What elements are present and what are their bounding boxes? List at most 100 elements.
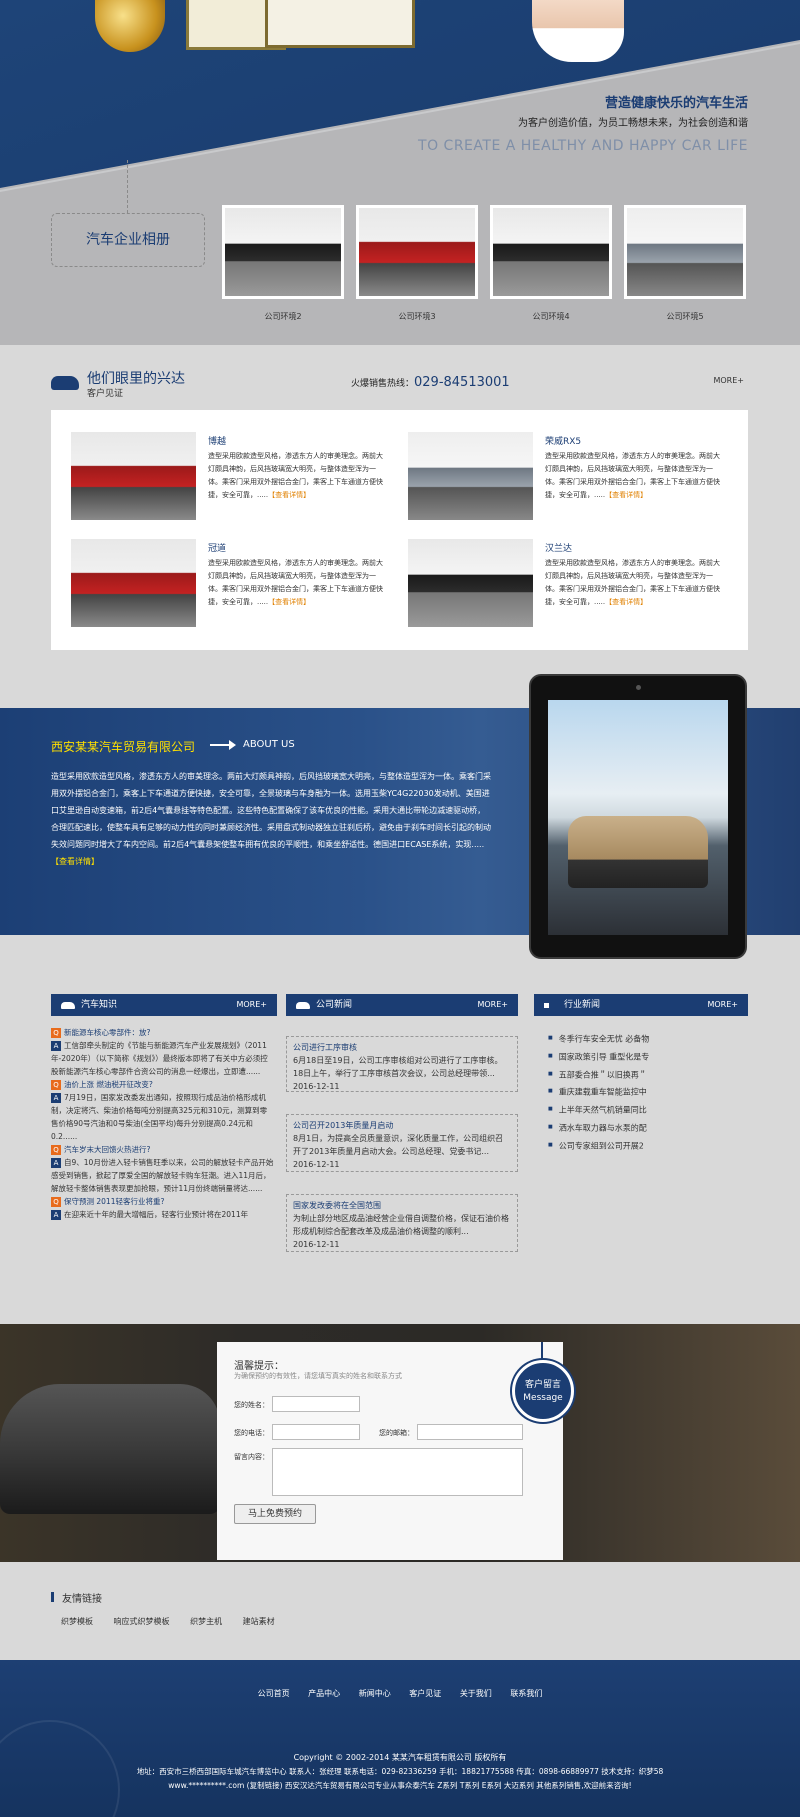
industry-news-item[interactable]: 公司专家组到公司开展2 xyxy=(548,1137,649,1155)
knowledge-question[interactable]: Q 保守预测 2011轻客行业将重? xyxy=(51,1195,274,1208)
view-details-link[interactable]: 【查看详情】 xyxy=(268,491,310,499)
form-tip-title: 温馨提示： xyxy=(234,1361,284,1372)
album-photo[interactable] xyxy=(222,205,344,299)
knowledge-question-text[interactable]: 汽车岁末大回馈火热进行? xyxy=(64,1145,150,1154)
testimonial-item: 冠道 造型采用欧款造型风格，渗透东方人的审美理念。两前大灯颇具神韵，后风挡玻璃宽… xyxy=(71,539,391,629)
about-details-link[interactable]: 【查看详情】 xyxy=(51,857,99,866)
news-card-title[interactable]: 公司进行工序审核 xyxy=(293,1041,511,1054)
tablet-screen xyxy=(548,700,728,935)
footer-nav-about[interactable]: 关于我们 xyxy=(460,1689,492,1698)
footer-nav-home[interactable]: 公司首页 xyxy=(258,1689,290,1698)
testimonial-car-image[interactable] xyxy=(408,432,533,520)
album-photo-image xyxy=(225,208,341,296)
album-photo[interactable] xyxy=(624,205,746,299)
friend-link[interactable]: 响应式织梦模板 xyxy=(114,1617,170,1626)
industry-news-list: 冬季行车安全无忧 必备物 国家政策引导 重型化是专 五部委合推＂以旧换再＂ 重庆… xyxy=(548,1030,650,1155)
knowledge-question[interactable]: Q 新能源车核心零部件：放? xyxy=(51,1026,274,1039)
email-input[interactable] xyxy=(417,1424,523,1440)
about-text: 造型采用欧款造型风格，渗透东方人的审美理念。两前大灯颇具神韵，后风挡玻璃宽大明亮… xyxy=(51,768,491,870)
industry-news-item[interactable]: 冬季行车安全无忧 必备物 xyxy=(548,1030,650,1048)
testimonial-name[interactable]: 冠道 xyxy=(208,541,226,554)
submit-button[interactable]: 马上免费预约 xyxy=(234,1504,316,1524)
album-label[interactable]: 汽车企业相册 xyxy=(51,213,205,267)
company-news-title: 公司新闻 xyxy=(316,1000,353,1010)
album-photo[interactable] xyxy=(490,205,612,299)
album-photo[interactable] xyxy=(356,205,478,299)
album-caption[interactable]: 公司环境4 xyxy=(490,311,612,322)
answer-icon: A xyxy=(51,1158,61,1168)
name-input[interactable] xyxy=(272,1396,360,1412)
testimonials-header: 他们眼里的兴达 客户见证 火爆销售热线：029-84513001 MORE+ xyxy=(51,366,748,400)
content-textarea[interactable] xyxy=(272,1448,523,1496)
news-card-text: 8月1日，为提高全员质量意识，深化质量工作，公司组织召开了2013年质量月启动大… xyxy=(293,1134,504,1156)
testimonials-more-link[interactable]: MORE+ xyxy=(713,376,744,385)
view-details-link[interactable]: 【查看详情】 xyxy=(268,598,310,606)
knowledge-answer-text: 在迎来近十年的最大增幅后，轻客行业预计将在2011年 xyxy=(64,1210,249,1219)
album-caption[interactable]: 公司环境3 xyxy=(356,311,478,322)
company-news-header: 公司新闻 MORE+ xyxy=(286,994,518,1016)
news-card-title[interactable]: 国家发改委将在全国范围 xyxy=(293,1199,511,1212)
testimonial-item: 荣威RX5 造型采用欧款造型风格，渗透东方人的审美理念。两前大灯颇具神韵，后风挡… xyxy=(408,432,728,522)
question-icon: Q xyxy=(51,1080,61,1090)
message-badge-en: Message xyxy=(523,1393,563,1403)
industry-news-more[interactable]: MORE+ xyxy=(707,994,738,1016)
knowledge-answer: A 7月19日，国家发改委发出通知，按照现行成品油价格形成机制，决定将汽、柴油价格… xyxy=(51,1091,274,1143)
knowledge-question[interactable]: Q 油价上涨 燃油税开征改变? xyxy=(51,1078,274,1091)
answer-icon: A xyxy=(51,1041,61,1051)
footer-copyright: Copyright © 2002-2014 某某汽车租赁有限公司 版权所有 xyxy=(293,1753,507,1762)
car-icon xyxy=(51,376,79,390)
footer-nav-news[interactable]: 新闻中心 xyxy=(359,1689,391,1698)
news-card[interactable]: 公司进行工序审核 6月18日至19日，公司工序审核组对公司进行了工序审核。18日… xyxy=(286,1036,518,1092)
bullet-icon xyxy=(544,1003,549,1008)
car-knowledge-more[interactable]: MORE+ xyxy=(236,994,267,1016)
album-caption[interactable]: 公司环境5 xyxy=(624,311,746,322)
staff-photo xyxy=(532,0,624,62)
testimonial-car-image[interactable] xyxy=(71,539,196,627)
friend-link[interactable]: 建站素材 xyxy=(243,1617,275,1626)
email-label: 您的邮箱： xyxy=(379,1429,414,1437)
friend-link[interactable]: 织梦主机 xyxy=(190,1617,222,1626)
industry-news-item[interactable]: 上半年天然气机销量同比 xyxy=(548,1101,649,1119)
view-details-link[interactable]: 【查看详情】 xyxy=(605,491,647,499)
album-photo-image xyxy=(359,208,475,296)
knowledge-question[interactable]: Q 汽车岁末大回馈火热进行? xyxy=(51,1143,274,1156)
footer-nav-testimonials[interactable]: 客户见证 xyxy=(409,1689,441,1698)
pin-icon xyxy=(541,1342,543,1362)
background-car-image xyxy=(0,1384,220,1514)
testimonial-desc: 造型采用欧款造型风格，渗透东方人的审美理念。两前大灯颇具神韵，后风挡玻璃宽大明亮… xyxy=(545,450,725,502)
testimonial-car-image[interactable] xyxy=(71,432,196,520)
industry-news-item[interactable]: 重庆建载重车智能监控中 xyxy=(548,1083,649,1101)
news-card[interactable]: 国家发改委将在全国范围 为制止部分地区成品油经营企业借自调整价格，保证石油价格形… xyxy=(286,1194,518,1252)
about-us-label[interactable]: ABOUT US xyxy=(243,739,295,750)
footer-nav: 公司首页 产品中心 新闻中心 客户见证 关于我们 联系我们 xyxy=(0,1688,800,1699)
industry-news-item[interactable]: 五部委合推＂以旧换再＂ xyxy=(548,1066,649,1084)
view-details-link[interactable]: 【查看详情】 xyxy=(605,598,647,606)
phone-input[interactable] xyxy=(272,1424,360,1440)
knowledge-answer-text: 自9、10月份进入轻卡销售旺季以来，公司的解放轻卡产品开始感受到销售，掀起了厚爱… xyxy=(51,1158,274,1193)
knowledge-answer: A 自9、10月份进入轻卡销售旺季以来，公司的解放轻卡产品开始感受到销售，掀起了厚… xyxy=(51,1156,274,1195)
knowledge-answer: A 在迎来近十年的最大增幅后，轻客行业预计将在2011年 xyxy=(51,1208,274,1221)
album-caption[interactable]: 公司环境2 xyxy=(222,311,344,322)
message-badge[interactable]: 客户留言 Message xyxy=(512,1360,574,1422)
footer-address: 地址：西安市三桥西部国际车城汽车博览中心 联系人：张经理 联系电话：029-82… xyxy=(136,1767,664,1776)
testimonial-name[interactable]: 博越 xyxy=(208,434,226,447)
album-connector-line xyxy=(127,160,128,213)
knowledge-question-text[interactable]: 新能源车核心零部件：放? xyxy=(64,1028,150,1037)
testimonial-item: 汉兰达 造型采用欧款造型风格，渗透东方人的审美理念。两前大灯颇具神韵，后风挡玻璃… xyxy=(408,539,728,629)
hotline-label: 火爆销售热线： xyxy=(351,379,415,389)
news-card[interactable]: 公司召开2013年质量月启动 8月1日，为提高全员质量意识，深化质量工作，公司组… xyxy=(286,1114,518,1172)
company-news-more[interactable]: MORE+ xyxy=(477,994,508,1016)
footer-nav-contact[interactable]: 联系我们 xyxy=(510,1689,542,1698)
friend-link[interactable]: 织梦模板 xyxy=(61,1617,93,1626)
testimonial-name[interactable]: 荣威RX5 xyxy=(545,434,581,447)
footer-nav-products[interactable]: 产品中心 xyxy=(308,1689,340,1698)
industry-news-item[interactable]: 洒水车取力器与水泵的配 xyxy=(548,1119,649,1137)
car-knowledge-list: Q 新能源车核心零部件：放? A 工信部牵头制定的《节能与新能源汽车产业发展规划》（… xyxy=(51,1026,274,1221)
industry-news-item[interactable]: 国家政策引导 重型化是专 xyxy=(548,1048,650,1066)
knowledge-question-text[interactable]: 保守预测 2011轻客行业将重? xyxy=(64,1197,164,1206)
testimonial-car-image[interactable] xyxy=(408,539,533,627)
news-card-title[interactable]: 公司召开2013年质量月启动 xyxy=(293,1119,511,1132)
industry-news-header: 行业新闻 MORE+ xyxy=(534,994,748,1016)
testimonial-name[interactable]: 汉兰达 xyxy=(545,541,572,554)
knowledge-question-text[interactable]: 油价上涨 燃油税开征改变? xyxy=(64,1080,153,1089)
